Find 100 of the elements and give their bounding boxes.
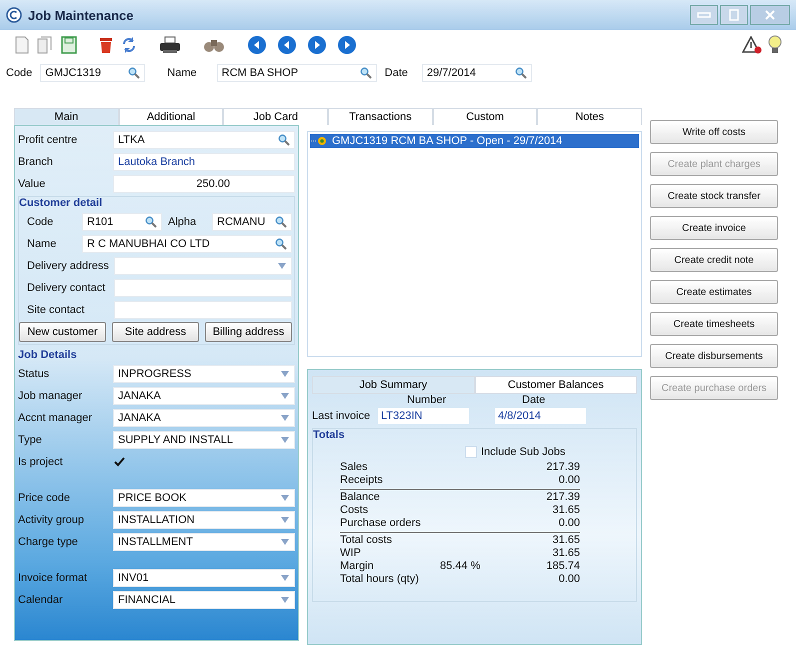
push-button[interactable]: Site address: [112, 322, 199, 342]
dropdown-field[interactable]: INV01: [113, 569, 295, 587]
input-field[interactable]: RCM BA SHOP: [216, 64, 377, 82]
dropdown-field[interactable]: INSTALLMENT: [113, 533, 295, 551]
search-icon[interactable]: [128, 67, 140, 79]
dropdown-arrow-icon[interactable]: [280, 370, 290, 378]
next-button[interactable]: [306, 35, 328, 55]
action-button[interactable]: Create estimates: [650, 280, 778, 304]
tab[interactable]: Additional: [118, 108, 224, 125]
input-field[interactable]: [114, 279, 292, 297]
maximize-icon: [729, 9, 739, 21]
action-button[interactable]: Write off costs: [650, 120, 778, 144]
input-field[interactable]: 250.00: [113, 175, 295, 193]
first-icon: [247, 35, 267, 55]
app-icon: [6, 7, 22, 23]
previous-icon: [277, 35, 297, 55]
copy-button[interactable]: [36, 36, 54, 54]
dropdown-arrow-icon[interactable]: [280, 596, 290, 604]
field-label: Code: [6, 67, 32, 79]
tab[interactable]: Transactions: [328, 108, 433, 125]
total-label: Receipts: [340, 474, 384, 486]
first-button[interactable]: [246, 35, 268, 55]
search-icon[interactable]: [145, 216, 157, 228]
dropdown-arrow-icon[interactable]: [280, 538, 290, 546]
document-icon: [15, 36, 29, 54]
input-field[interactable]: R C MANUBHAI CO LTD: [82, 235, 292, 253]
column-label: Date: [522, 394, 546, 408]
search-icon[interactable]: [275, 238, 287, 250]
tree-item[interactable]: GMJC1319 RCM BA SHOP - Open - 29/7/2014: [310, 134, 639, 148]
close-button[interactable]: [750, 5, 790, 25]
save-button[interactable]: [60, 36, 78, 54]
input-field[interactable]: RCMANU: [212, 213, 292, 231]
total-label: Total hours (qty): [340, 572, 420, 584]
refresh-button[interactable]: [120, 36, 138, 54]
dropdown-arrow-icon[interactable]: [280, 494, 290, 502]
print-button[interactable]: [158, 36, 182, 54]
input-field[interactable]: 29/7/2014: [422, 64, 532, 82]
field-label: Activity group: [18, 514, 86, 526]
field-label: Type: [18, 434, 43, 446]
tab[interactable]: Main: [14, 108, 119, 125]
invoice-number-field[interactable]: LT323IN: [378, 408, 469, 424]
tab[interactable]: Notes: [537, 108, 642, 125]
minimize-button[interactable]: [690, 5, 718, 25]
input-field[interactable]: Lautoka Branch: [113, 153, 295, 171]
dropdown-arrow-icon[interactable]: [280, 436, 290, 444]
dropdown-arrow-icon[interactable]: [280, 414, 290, 422]
action-button[interactable]: Create disbursements: [650, 344, 778, 368]
delete-button[interactable]: [98, 36, 114, 54]
field-label: Value: [18, 178, 46, 190]
dropdown-field[interactable]: JANAKA: [113, 387, 295, 405]
last-icon: [337, 35, 357, 55]
input-field[interactable]: R101: [82, 213, 162, 231]
dropdown-arrow-icon[interactable]: [280, 392, 290, 400]
push-button[interactable]: New customer: [19, 322, 106, 342]
find-button[interactable]: [202, 37, 226, 53]
input-field[interactable]: LTKA: [113, 131, 295, 149]
field-label: Charge type: [18, 536, 79, 548]
total-value: 31.65: [551, 504, 580, 516]
tab[interactable]: Customer Balances: [474, 376, 637, 394]
input-field[interactable]: [114, 257, 292, 275]
checkbox[interactable]: [113, 456, 126, 468]
save-icon: [61, 36, 77, 54]
total-value: 0.00: [558, 474, 580, 486]
action-button[interactable]: Create credit note: [650, 248, 778, 272]
total-value: 0.00: [558, 516, 580, 528]
input-field[interactable]: [114, 301, 292, 319]
dropdown-arrow-icon[interactable]: [280, 516, 290, 524]
dropdown-field[interactable]: INPROGRESS: [113, 365, 295, 383]
dropdown-field[interactable]: INSTALLATION: [113, 511, 295, 529]
action-button[interactable]: Create invoice: [650, 216, 778, 240]
search-icon[interactable]: [275, 216, 287, 228]
dropdown-arrow-icon[interactable]: [280, 574, 290, 582]
tab[interactable]: Job Summary: [312, 376, 474, 394]
dropdown-field[interactable]: FINANCIAL: [113, 591, 295, 609]
search-icon[interactable]: [360, 67, 372, 79]
search-icon[interactable]: [278, 134, 290, 146]
action-button[interactable]: Create stock transfer: [650, 184, 778, 208]
column-label: Number: [407, 394, 448, 408]
new-button[interactable]: [14, 36, 30, 54]
group-title: Customer detail: [19, 197, 104, 211]
checkbox[interactable]: [465, 446, 477, 458]
last-button[interactable]: [336, 35, 358, 55]
dropdown-field[interactable]: SUPPLY AND INSTALL: [113, 431, 295, 449]
field-label: Date: [384, 67, 408, 79]
dropdown-field[interactable]: JANAKA: [113, 409, 295, 427]
action-button[interactable]: Create timesheets: [650, 312, 778, 336]
total-value: 31.65: [551, 546, 580, 558]
search-icon[interactable]: [514, 67, 527, 79]
maximize-button[interactable]: [720, 5, 748, 25]
dropdown-arrow-icon[interactable]: [277, 262, 287, 270]
dropdown-field[interactable]: PRICE BOOK: [113, 489, 295, 507]
tab[interactable]: Custom: [432, 108, 538, 125]
previous-button[interactable]: [276, 35, 298, 55]
lightbulb-icon[interactable]: [768, 35, 782, 55]
input-field[interactable]: GMJC1319: [40, 64, 146, 82]
tab[interactable]: Job Card: [223, 108, 328, 125]
warning-icon[interactable]: [742, 36, 762, 54]
invoice-date-field[interactable]: 4/8/2014: [495, 408, 586, 424]
push-button[interactable]: Billing address: [205, 322, 292, 342]
total-value: 0.00: [558, 572, 580, 584]
